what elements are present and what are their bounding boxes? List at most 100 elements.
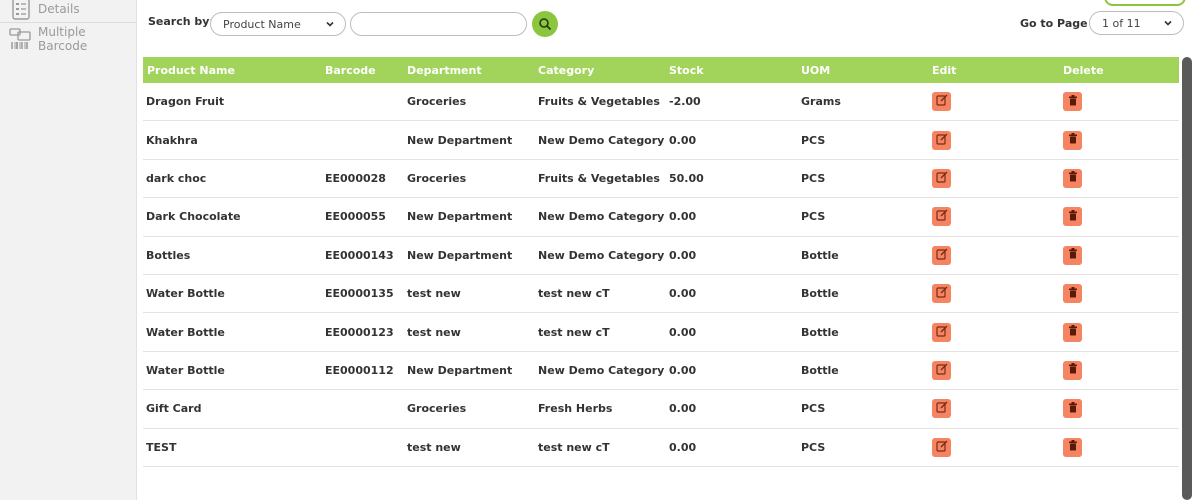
edit-button[interactable] <box>932 245 951 265</box>
cell-department: New Department <box>407 363 513 377</box>
trash-icon <box>1068 209 1078 224</box>
cell-barcode: EE0000135 <box>325 287 394 301</box>
cell-edit <box>932 322 1063 342</box>
search-icon <box>539 18 552 31</box>
header-barcode[interactable]: Barcode <box>325 64 407 77</box>
cell-edit <box>932 284 1063 304</box>
cell-department: test new <box>407 325 461 339</box>
cell-product-name: dark choc <box>146 171 207 185</box>
cell-stock: 0.00 <box>669 363 697 377</box>
delete-button[interactable] <box>1063 322 1082 342</box>
edit-button[interactable] <box>932 92 951 112</box>
table-body: Dragon Fruit Groceries Fruits & Vegetables… <box>143 83 1179 467</box>
sidebar-item-multiple-barcode[interactable]: Multiple Barcode <box>0 25 136 53</box>
search-input[interactable] <box>350 12 527 36</box>
delete-button[interactable] <box>1063 207 1082 227</box>
go-to-page-label: Go to Page <box>1020 17 1088 30</box>
cell-department: Groceries <box>407 95 467 109</box>
edit-button[interactable] <box>932 437 951 457</box>
header-product-name[interactable]: Product Name <box>143 64 325 77</box>
delete-button[interactable] <box>1063 130 1082 150</box>
cell-stock: 0.00 <box>669 402 697 416</box>
table-row: Water Bottle EE0000112 New Department New D… <box>143 352 1179 391</box>
edit-button[interactable] <box>932 168 951 188</box>
header-department[interactable]: Department <box>407 64 538 77</box>
cell-delete <box>1063 437 1179 457</box>
sidebar: Details Multiple Barcode <box>0 0 137 500</box>
trash-icon <box>1068 325 1078 339</box>
header-stock[interactable]: Stock <box>669 64 801 77</box>
cell-department: New Department <box>407 133 513 147</box>
trash-icon <box>1068 133 1078 147</box>
cell-edit <box>932 399 1063 419</box>
header-edit: Edit <box>932 63 957 77</box>
search-field-select[interactable]: Product Name <box>210 12 346 36</box>
table-row: TEST test new test new cT 0.00 PCS <box>143 429 1179 467</box>
cell-product-name: Bottles <box>146 248 191 262</box>
sidebar-item-details[interactable]: Details <box>0 0 136 23</box>
trash-icon <box>1068 401 1078 416</box>
cell-uom: PCS <box>801 402 826 416</box>
cell-delete <box>1063 92 1179 112</box>
sidebar-item-label: Details <box>38 2 80 16</box>
cell-edit <box>932 168 1063 188</box>
cell-stock: 0.00 <box>669 287 697 301</box>
page-select[interactable]: 1 of 11 <box>1089 11 1184 35</box>
header-uom[interactable]: UOM <box>801 64 932 77</box>
cell-category: test new cT <box>538 440 610 454</box>
delete-button[interactable] <box>1063 437 1082 457</box>
toolbar: Search by: Product Name Go to Page 1 of … <box>136 0 1200 52</box>
delete-button[interactable] <box>1063 168 1082 188</box>
cell-barcode: EE000028 <box>325 171 386 185</box>
cell-department: Groceries <box>407 402 467 416</box>
delete-button[interactable] <box>1063 399 1082 419</box>
trash-icon <box>1068 171 1078 185</box>
cell-product-name: Water Bottle <box>146 287 225 301</box>
cell-stock: 0.00 <box>669 440 697 454</box>
cell-category: test new cT <box>538 325 610 339</box>
edit-icon <box>935 286 948 301</box>
barcode-scanner-icon <box>8 28 34 50</box>
cell-stock: 0.00 <box>669 325 697 339</box>
cell-uom: Bottle <box>801 287 839 301</box>
delete-button[interactable] <box>1063 360 1082 380</box>
cell-department: test new <box>407 287 461 301</box>
cell-delete <box>1063 284 1179 304</box>
edit-button[interactable] <box>932 284 951 304</box>
cell-department: New Department <box>407 248 513 262</box>
table-row: Water Bottle EE0000135 test new test new cT… <box>143 275 1179 314</box>
search-button[interactable] <box>532 11 558 37</box>
top-action-button[interactable] <box>1104 0 1186 6</box>
table-row: Water Bottle EE0000123 test new test new cT… <box>143 313 1179 352</box>
cell-department: Groceries <box>407 171 467 185</box>
table-row: Bottles EE0000143 New Department New Demo C… <box>143 237 1179 275</box>
edit-button[interactable] <box>932 399 951 419</box>
table-row: Khakhra New Department New Demo Category 0.… <box>143 121 1179 160</box>
edit-icon <box>935 440 948 455</box>
edit-button[interactable] <box>932 130 951 150</box>
cell-delete <box>1063 245 1179 265</box>
edit-button[interactable] <box>932 322 951 342</box>
delete-button[interactable] <box>1063 284 1082 304</box>
delete-button[interactable] <box>1063 245 1082 265</box>
trash-icon <box>1068 286 1078 301</box>
edit-button[interactable] <box>932 207 951 227</box>
cell-edit <box>932 437 1063 457</box>
cell-uom: Grams <box>801 95 841 109</box>
cell-product-name: Khakhra <box>146 133 198 147</box>
products-table: Product Name Barcode Department Category… <box>143 57 1179 467</box>
cell-delete <box>1063 207 1179 227</box>
trash-icon <box>1068 248 1078 262</box>
header-category[interactable]: Category <box>538 64 669 77</box>
cell-uom: PCS <box>801 171 826 185</box>
cell-product-name: Dragon Fruit <box>146 95 225 109</box>
delete-button[interactable] <box>1063 92 1082 112</box>
cell-department: New Department <box>407 210 513 224</box>
cell-barcode: EE0000112 <box>325 363 394 377</box>
table-row: Dark Chocolate EE000055 New Department New … <box>143 198 1179 237</box>
cell-uom: Bottle <box>801 248 839 262</box>
cell-edit <box>932 360 1063 380</box>
cell-uom: PCS <box>801 133 826 147</box>
scrollbar[interactable] <box>1182 57 1192 500</box>
edit-button[interactable] <box>932 360 951 380</box>
